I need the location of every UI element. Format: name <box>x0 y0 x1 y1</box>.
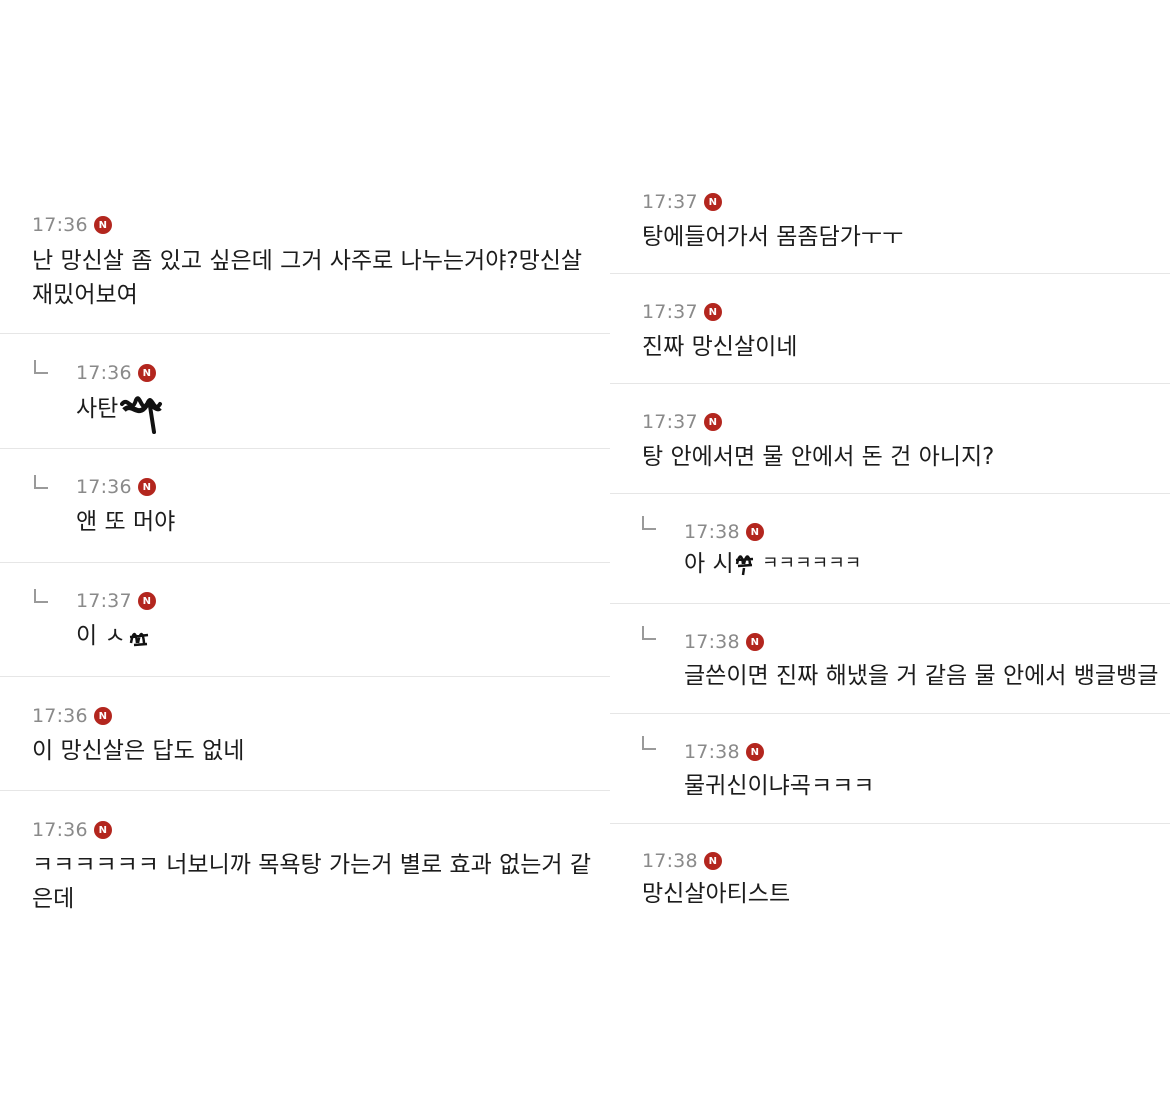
comment-time: 17:38 <box>684 631 740 653</box>
comment-text: 탕 안에서면 물 안에서 돈 건 아니지? <box>642 444 995 470</box>
comment-meta: 17:38 N <box>684 631 764 653</box>
comment-item: 17:38 N 망신살아티스트 <box>610 824 1170 934</box>
reply-arrow-icon <box>642 516 656 530</box>
comment-text: 진짜 망신살이네 <box>642 334 798 360</box>
comment-time: 17:36 <box>32 819 88 841</box>
censor-scribble-icon <box>120 396 162 434</box>
comment-meta: 17:38 N <box>684 521 764 543</box>
reply-arrow-icon <box>34 589 48 603</box>
comment-meta: 17:36 N <box>32 819 112 841</box>
censor-scribble-icon <box>735 555 754 576</box>
reply-item: 17:38 N 글쓴이면 진짜 해냈을 거 같음 물 안에서 뱅글뱅글 <box>610 604 1170 714</box>
comment-text: 난 망신살 좀 있고 싶은데 그거 사주로 나누는거야?망신살 재밌어보여 <box>32 248 590 308</box>
comment-time: 17:36 <box>32 214 88 236</box>
new-badge-icon: N <box>93 707 112 725</box>
reply-arrow-icon <box>34 475 48 489</box>
comment-time: 17:38 <box>642 850 698 872</box>
new-badge-icon: N <box>703 193 722 211</box>
new-badge-icon: N <box>703 413 722 431</box>
comment-text: 망신살아티스트 <box>642 881 791 907</box>
comment-time: 17:37 <box>642 301 698 323</box>
new-badge-icon: N <box>745 523 764 541</box>
reply-item: 17:36 N 사탄 <box>0 334 610 449</box>
comment-meta: 17:38 N <box>642 850 722 872</box>
new-badge-icon: N <box>745 633 764 651</box>
new-badge-icon: N <box>137 478 156 496</box>
new-badge-icon: N <box>745 743 764 761</box>
comment-text: ㅋㅋㅋㅋㅋㅋ 너보니까 목욕탕 가는거 별로 효과 없는거 같은데 <box>32 852 592 912</box>
comment-time: 17:37 <box>642 411 698 433</box>
comment-meta: 17:36 N <box>76 362 156 384</box>
comment-text: 탕에들어가서 몸좀담가ㅜㅜ <box>642 224 904 250</box>
reply-item: 17:37 N 이 ㅅ <box>0 563 610 677</box>
comment-meta: 17:38 N <box>684 741 764 763</box>
comment-meta: 17:36 N <box>32 705 112 727</box>
comment-text: 글쓴이면 진짜 해냈을 거 같음 물 안에서 뱅글뱅글 <box>684 663 1159 689</box>
new-badge-icon: N <box>93 821 112 839</box>
new-badge-icon: N <box>137 592 156 610</box>
comment-time: 17:38 <box>684 741 740 763</box>
reply-item: 17:36 N 앤 또 머야 <box>0 449 610 563</box>
censor-scribble-icon <box>129 632 149 647</box>
comment-time: 17:37 <box>642 191 698 213</box>
comment-time: 17:36 <box>76 362 132 384</box>
new-badge-icon: N <box>703 852 722 870</box>
comment-time: 17:36 <box>76 476 132 498</box>
reply-arrow-icon <box>642 736 656 750</box>
new-badge-icon: N <box>703 303 722 321</box>
comment-item: 17:36 N 난 망신살 좀 있고 싶은데 그거 사주로 나누는거야?망신살 … <box>0 0 610 335</box>
reply-arrow-icon <box>34 360 48 374</box>
comment-text: 이 ㅅ <box>76 623 126 649</box>
comment-time: 17:36 <box>32 705 88 727</box>
comment-item: 17:36 N 이 망신살은 답도 없네 <box>0 677 610 791</box>
comment-meta: 17:36 N <box>76 476 156 498</box>
comment-text: 사탄 <box>76 396 119 422</box>
comment-time: 17:37 <box>76 590 132 612</box>
reply-arrow-icon <box>642 626 656 640</box>
comment-meta: 17:37 N <box>642 301 722 323</box>
comment-time: 17:38 <box>684 521 740 543</box>
new-badge-icon: N <box>137 364 156 382</box>
comment-item: 17:37 N 진짜 망신살이네 <box>610 274 1170 384</box>
comment-meta: 17:37 N <box>642 411 722 433</box>
comment-text: 앤 또 머야 <box>76 509 176 535</box>
comment-meta: 17:36 N <box>32 214 112 236</box>
comment-text-laughter: ㅋㅋㅋㅋㅋㅋ <box>762 553 862 574</box>
comment-meta: 17:37 N <box>642 191 722 213</box>
new-badge-icon: N <box>93 216 112 234</box>
comment-text: 이 망신살은 답도 없네 <box>32 738 245 764</box>
reply-item: 17:38 N 아 시 ㅋㅋㅋㅋㅋㅋ <box>610 494 1170 604</box>
comment-meta: 17:37 N <box>76 590 156 612</box>
comment-text: 아 시 <box>684 551 734 577</box>
reply-item: 17:38 N 물귀신이냐곡ㅋㅋㅋ <box>610 714 1170 824</box>
comment-item: 17:36 N ㅋㅋㅋㅋㅋㅋ 너보니까 목욕탕 가는거 별로 효과 없는거 같은… <box>0 791 610 931</box>
comment-text: 물귀신이냐곡ㅋㅋㅋ <box>684 773 875 799</box>
comment-item: 17:37 N 탕에들어가서 몸좀담가ㅜㅜ <box>610 170 1170 274</box>
comment-item: 17:37 N 탕 안에서면 물 안에서 돈 건 아니지? <box>610 384 1170 494</box>
